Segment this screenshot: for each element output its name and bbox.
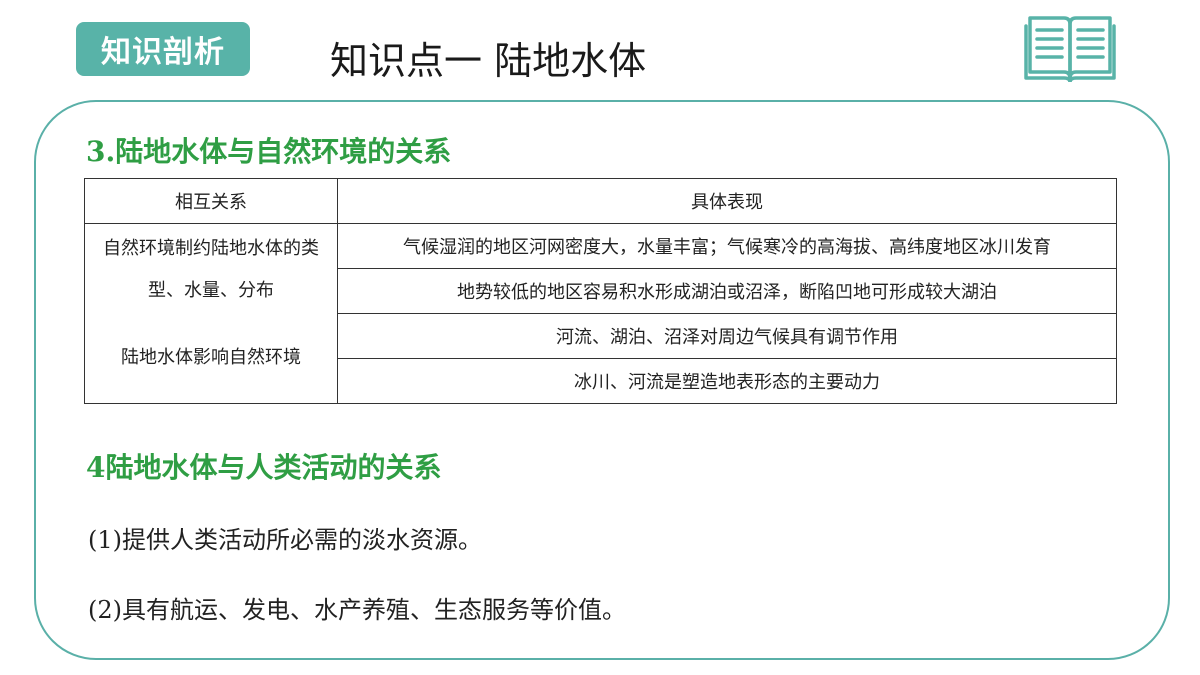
detail-cell: 冰川、河流是塑造地表形态的主要动力 bbox=[337, 358, 1117, 404]
list-item: (1)提供人类活动所必需的淡水资源。 bbox=[88, 526, 482, 554]
table-header-row: 相互关系 具体表现 bbox=[84, 178, 1117, 224]
table-row: 自然环境制约陆地水体的类型、水量、分布 气候湿润的地区河网密度大，水量丰富；气候… bbox=[84, 223, 1117, 314]
table-header-detail: 具体表现 bbox=[337, 178, 1117, 224]
table-header-relation: 相互关系 bbox=[84, 178, 338, 224]
detail-cell: 地势较低的地区容易积水形成湖泊或沼泽，断陷凹地可形成较大湖泊 bbox=[337, 268, 1117, 314]
list-item: (2)具有航运、发电、水产养殖、生态服务等价值。 bbox=[88, 596, 626, 624]
relation-cell: 陆地水体影响自然环境 bbox=[84, 313, 338, 404]
relation-text: 自然环境制约陆地水体的类型、水量、分布 bbox=[103, 237, 319, 301]
relation-cell: 自然环境制约陆地水体的类型、水量、分布 bbox=[84, 223, 338, 314]
section-title-3: 3.陆地水体与自然环境的关系 bbox=[86, 135, 452, 168]
relation-text: 陆地水体影响自然环境 bbox=[121, 347, 301, 369]
relation-table: 相互关系 具体表现 自然环境制约陆地水体的类型、水量、分布 气候湿润的地区河网密… bbox=[84, 178, 1117, 404]
detail-cell: 气候湿润的地区河网密度大，水量丰富；气候寒冷的高海拔、高纬度地区冰川发育 bbox=[337, 223, 1117, 269]
detail-cell: 河流、湖泊、沼泽对周边气候具有调节作用 bbox=[337, 313, 1117, 359]
page-title: 知识点一 陆地水体 bbox=[330, 39, 647, 83]
section-title-4: 4陆地水体与人类活动的关系 bbox=[86, 451, 442, 484]
section-badge: 知识剖析 bbox=[76, 22, 250, 76]
table-row: 陆地水体影响自然环境 河流、湖泊、沼泽对周边气候具有调节作用 bbox=[84, 313, 1117, 404]
open-book-icon bbox=[1024, 16, 1116, 82]
